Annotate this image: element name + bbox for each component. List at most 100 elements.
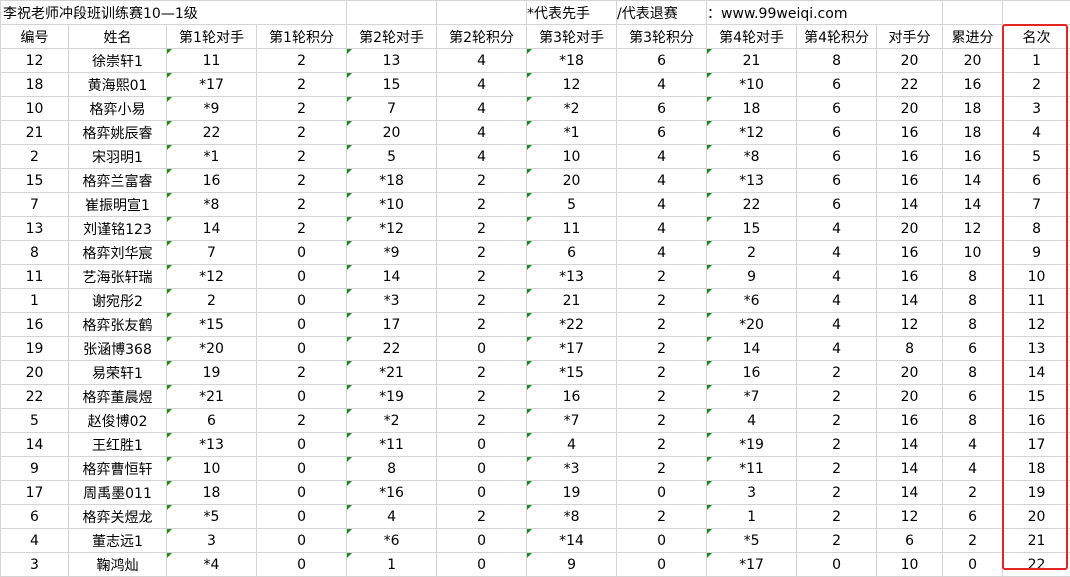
table-cell[interactable]: 12 xyxy=(943,217,1003,241)
table-cell[interactable]: 12 xyxy=(877,505,943,529)
table-cell[interactable]: 6 xyxy=(797,169,877,193)
table-cell[interactable]: 2 xyxy=(257,73,347,97)
table-cell[interactable]: 2 xyxy=(617,289,707,313)
table-cell[interactable]: 7 xyxy=(167,241,257,265)
table-cell[interactable]: 2 xyxy=(617,313,707,337)
table-cell[interactable]: 21 xyxy=(1,121,69,145)
table-cell[interactable]: 11 xyxy=(527,217,617,241)
table-cell[interactable]: 2 xyxy=(797,457,877,481)
table-cell[interactable]: 12 xyxy=(877,313,943,337)
table-cell[interactable]: 1 xyxy=(707,505,797,529)
table-cell[interactable]: 16 xyxy=(167,169,257,193)
table-cell[interactable]: *15 xyxy=(527,361,617,385)
table-cell[interactable]: 8 xyxy=(797,49,877,73)
table-cell[interactable]: 7 xyxy=(1003,193,1070,217)
table-cell[interactable]: 6 xyxy=(527,241,617,265)
table-cell[interactable]: 8 xyxy=(943,361,1003,385)
table-cell[interactable]: 4 xyxy=(527,433,617,457)
table-cell[interactable]: 5 xyxy=(1003,145,1070,169)
column-header[interactable]: 累进分 xyxy=(943,25,1003,49)
table-cell[interactable]: 6 xyxy=(1,505,69,529)
table-cell[interactable]: 4 xyxy=(797,265,877,289)
table-cell[interactable]: 10 xyxy=(1,97,69,121)
table-cell[interactable]: 2 xyxy=(943,529,1003,553)
table-cell[interactable]: *15 xyxy=(167,313,257,337)
note-withdraw[interactable]: /代表退赛 xyxy=(617,1,707,25)
table-cell[interactable]: 0 xyxy=(257,385,347,409)
table-cell[interactable]: 格弈张友鹤 xyxy=(69,313,167,337)
table-cell[interactable]: *16 xyxy=(347,481,437,505)
table-cell[interactable]: 6 xyxy=(797,121,877,145)
table-cell[interactable]: 22 xyxy=(347,337,437,361)
empty-cell[interactable] xyxy=(943,1,1003,25)
table-cell[interactable]: 2 xyxy=(257,145,347,169)
table-cell[interactable]: 6 xyxy=(1003,169,1070,193)
table-cell[interactable]: 格弈刘华宸 xyxy=(69,241,167,265)
table-cell[interactable]: *1 xyxy=(527,121,617,145)
table-cell[interactable]: 14 xyxy=(877,457,943,481)
table-cell[interactable]: 2 xyxy=(167,289,257,313)
table-cell[interactable]: 4 xyxy=(437,97,527,121)
table-cell[interactable]: 15 xyxy=(707,217,797,241)
table-cell[interactable]: 7 xyxy=(1,193,69,217)
table-cell[interactable]: 2 xyxy=(707,241,797,265)
table-cell[interactable]: 0 xyxy=(617,553,707,577)
table-cell[interactable]: 谢宛彤2 xyxy=(69,289,167,313)
table-cell[interactable]: 2 xyxy=(617,361,707,385)
table-cell[interactable]: 0 xyxy=(437,337,527,361)
table-cell[interactable]: *17 xyxy=(167,73,257,97)
table-cell[interactable]: 6 xyxy=(167,409,257,433)
table-cell[interactable]: 14 xyxy=(877,193,943,217)
table-cell[interactable]: 13 xyxy=(1,217,69,241)
table-cell[interactable]: 16 xyxy=(1,313,69,337)
empty-cell[interactable] xyxy=(347,1,437,25)
column-header[interactable]: 第3轮对手 xyxy=(527,25,617,49)
table-cell[interactable]: 6 xyxy=(797,145,877,169)
table-cell[interactable]: 格弈兰富睿 xyxy=(69,169,167,193)
table-cell[interactable]: 8 xyxy=(943,289,1003,313)
table-cell[interactable]: 8 xyxy=(943,313,1003,337)
table-cell[interactable]: 14 xyxy=(943,169,1003,193)
table-cell[interactable]: *8 xyxy=(527,505,617,529)
column-header[interactable]: 第1轮对手 xyxy=(167,25,257,49)
table-cell[interactable]: 7 xyxy=(347,97,437,121)
table-cell[interactable]: 10 xyxy=(1003,265,1070,289)
table-cell[interactable]: 18 xyxy=(1,73,69,97)
table-cell[interactable]: 2 xyxy=(617,385,707,409)
table-cell[interactable]: 20 xyxy=(1003,505,1070,529)
table-cell[interactable]: 0 xyxy=(437,529,527,553)
table-cell[interactable]: 0 xyxy=(257,505,347,529)
column-header[interactable]: 名次 xyxy=(1003,25,1070,49)
table-cell[interactable]: 14 xyxy=(877,289,943,313)
table-cell[interactable]: 4 xyxy=(617,145,707,169)
table-cell[interactable]: 8 xyxy=(877,337,943,361)
table-cell[interactable]: 2 xyxy=(257,409,347,433)
table-cell[interactable]: 0 xyxy=(257,457,347,481)
table-cell[interactable]: 1 xyxy=(1003,49,1070,73)
column-header[interactable]: 编号 xyxy=(1,25,69,49)
table-cell[interactable]: 2 xyxy=(257,97,347,121)
table-cell[interactable]: *9 xyxy=(347,241,437,265)
table-cell[interactable]: 0 xyxy=(257,289,347,313)
table-cell[interactable]: *3 xyxy=(347,289,437,313)
table-cell[interactable]: *20 xyxy=(707,313,797,337)
table-cell[interactable]: 16 xyxy=(1003,409,1070,433)
table-cell[interactable]: 6 xyxy=(797,193,877,217)
table-cell[interactable]: 22 xyxy=(1,385,69,409)
table-cell[interactable]: 0 xyxy=(257,433,347,457)
table-cell[interactable]: 10 xyxy=(877,553,943,577)
table-cell[interactable]: 2 xyxy=(797,433,877,457)
table-cell[interactable]: 2 xyxy=(437,385,527,409)
table-cell[interactable]: 16 xyxy=(877,121,943,145)
table-cell[interactable]: 22 xyxy=(877,73,943,97)
table-cell[interactable]: 20 xyxy=(527,169,617,193)
table-cell[interactable]: 15 xyxy=(1003,385,1070,409)
table-cell[interactable]: 4 xyxy=(617,193,707,217)
table-cell[interactable]: 张涵博368 xyxy=(69,337,167,361)
column-header[interactable]: 对手分 xyxy=(877,25,943,49)
table-cell[interactable]: 2 xyxy=(797,361,877,385)
table-cell[interactable]: 2 xyxy=(257,217,347,241)
table-cell[interactable]: 16 xyxy=(707,361,797,385)
table-cell[interactable]: 1 xyxy=(347,553,437,577)
table-cell[interactable]: 20 xyxy=(347,121,437,145)
